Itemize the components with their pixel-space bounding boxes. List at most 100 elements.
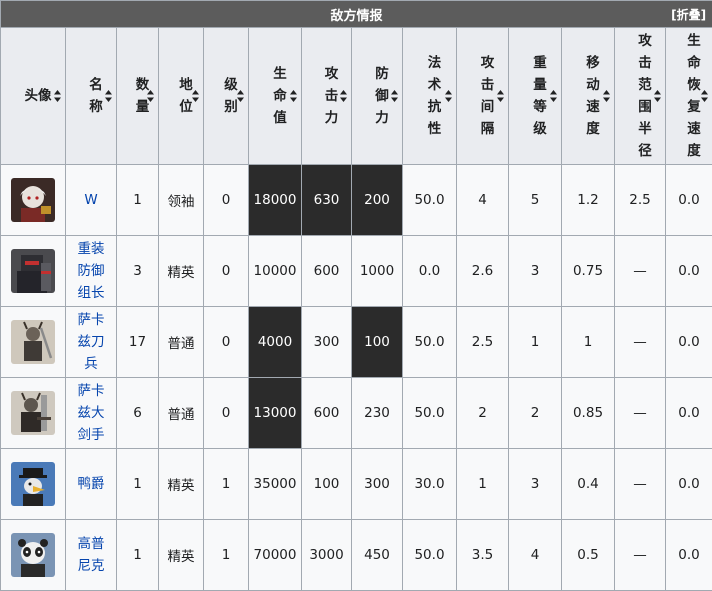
atk-cell: 100	[302, 449, 352, 520]
speed-cell: 0.5	[562, 520, 615, 591]
res-cell: 50.0	[403, 378, 457, 449]
enemy-name-cell: 高普尼克	[66, 520, 117, 591]
column-header-regen[interactable]: 生命恢复速度	[666, 28, 712, 165]
res-cell: 30.0	[403, 449, 457, 520]
table-row: 高普尼克1精英170000300045050.03.540.5—0.0	[1, 520, 712, 591]
weight-cell: 2	[509, 378, 562, 449]
column-header-hp[interactable]: 生命值	[249, 28, 302, 165]
level-cell: 0	[204, 165, 249, 236]
def-cell: 230	[352, 378, 403, 449]
avatar-cell	[1, 307, 66, 378]
enemy-name-link[interactable]: 萨卡兹大剑手	[76, 380, 106, 446]
sort-icon[interactable]	[550, 89, 557, 103]
enemy-name-link[interactable]: 鸭爵	[76, 473, 106, 495]
sort-icon[interactable]	[147, 89, 154, 103]
column-header-label: 攻击间隔	[470, 52, 495, 140]
sort-icon[interactable]	[105, 89, 112, 103]
atk-cell: 630	[302, 165, 352, 236]
column-header-status[interactable]: 地位	[159, 28, 204, 165]
sort-icon[interactable]	[54, 89, 61, 103]
hp-cell: 70000	[249, 520, 302, 591]
range-cell: 2.5	[615, 165, 666, 236]
gopnik-avatar[interactable]	[11, 533, 55, 577]
sort-icon[interactable]	[391, 89, 398, 103]
sarkaz-swordsman-avatar[interactable]	[11, 320, 55, 364]
hp-cell: 18000	[249, 165, 302, 236]
sort-icon[interactable]	[701, 89, 708, 103]
avatar-cell	[1, 378, 66, 449]
column-header-avatar[interactable]: 头像	[1, 28, 66, 165]
atk-cell: 600	[302, 378, 352, 449]
table-row: 重装防御组长3精英01000060010000.02.630.75—0.0	[1, 236, 712, 307]
avatar-cell	[1, 449, 66, 520]
speed-cell: 0.4	[562, 449, 615, 520]
table-title: 敌方情报	[331, 9, 383, 24]
enemy-name-link[interactable]: 萨卡兹刀兵	[76, 309, 106, 375]
enemy-name-link[interactable]: 高普尼克	[76, 533, 106, 577]
res-cell: 50.0	[403, 520, 457, 591]
def-cell: 100	[352, 307, 403, 378]
count-cell: 6	[117, 378, 159, 449]
regen-cell: 0.0	[666, 307, 712, 378]
column-header-weight[interactable]: 重量等级	[509, 28, 562, 165]
count-cell: 1	[117, 520, 159, 591]
column-header-def[interactable]: 防御力	[352, 28, 403, 165]
column-header-label: 移动速度	[576, 52, 601, 140]
sort-icon[interactable]	[497, 89, 504, 103]
enemy-name-link[interactable]: W	[76, 189, 106, 211]
speed-cell: 0.75	[562, 236, 615, 307]
status-cell: 精英	[159, 236, 204, 307]
sarkaz-greatswordsman-avatar[interactable]	[11, 391, 55, 435]
sort-icon[interactable]	[340, 89, 347, 103]
speed-cell: 1.2	[562, 165, 615, 236]
interval-cell: 3.5	[457, 520, 509, 591]
column-header-atk[interactable]: 攻击力	[302, 28, 352, 165]
enemy-name-cell: 鸭爵	[66, 449, 117, 520]
enemy-name-link[interactable]: 重装防御组长	[76, 238, 106, 304]
sort-icon[interactable]	[192, 89, 199, 103]
column-header-range[interactable]: 攻击范围半径	[615, 28, 666, 165]
column-header-label: 法术抗性	[417, 52, 442, 140]
column-header-label: 攻击力	[314, 63, 339, 129]
sort-icon[interactable]	[445, 89, 452, 103]
avatar-cell	[1, 236, 66, 307]
hp-cell: 35000	[249, 449, 302, 520]
column-header-speed[interactable]: 移动速度	[562, 28, 615, 165]
duke-avatar[interactable]	[11, 462, 55, 506]
table-row: 萨卡兹刀兵17普通0400030010050.02.511—0.0	[1, 307, 712, 378]
column-header-level[interactable]: 级别	[204, 28, 249, 165]
res-cell: 0.0	[403, 236, 457, 307]
level-cell: 1	[204, 449, 249, 520]
column-header-res[interactable]: 法术抗性	[403, 28, 457, 165]
hp-cell: 4000	[249, 307, 302, 378]
weight-cell: 3	[509, 449, 562, 520]
enemy-info-table: 敌方情报 [折叠] 头像名称数量地位级别生命值 攻击力防御力法术抗性 攻击间隔 重量等…	[0, 0, 712, 591]
heavy-defender-avatar[interactable]	[11, 249, 55, 293]
column-header-label: 头像	[15, 85, 52, 107]
collapse-button[interactable]: [折叠]	[671, 6, 706, 23]
regen-cell: 0.0	[666, 520, 712, 591]
interval-cell: 2.5	[457, 307, 509, 378]
column-header-row: 头像名称数量地位级别生命值 攻击力防御力法术抗性 攻击间隔 重量等级 移动速度 攻击范围半…	[1, 28, 712, 165]
avatar-cell	[1, 520, 66, 591]
speed-cell: 1	[562, 307, 615, 378]
sort-icon[interactable]	[290, 89, 297, 103]
column-header-label: 生命值	[263, 63, 288, 129]
column-header-count[interactable]: 数量	[117, 28, 159, 165]
column-header-name[interactable]: 名称	[66, 28, 117, 165]
w-avatar[interactable]	[11, 178, 55, 222]
column-header-label: 攻击范围半径	[628, 30, 653, 162]
sort-icon[interactable]	[654, 89, 661, 103]
count-cell: 17	[117, 307, 159, 378]
column-header-interval[interactable]: 攻击间隔	[457, 28, 509, 165]
speed-cell: 0.85	[562, 378, 615, 449]
def-cell: 1000	[352, 236, 403, 307]
sort-icon[interactable]	[237, 89, 244, 103]
hp-cell: 10000	[249, 236, 302, 307]
status-cell: 普通	[159, 307, 204, 378]
range-cell: —	[615, 307, 666, 378]
regen-cell: 0.0	[666, 165, 712, 236]
column-header-label: 重量等级	[523, 52, 548, 140]
sort-icon[interactable]	[603, 89, 610, 103]
enemy-name-cell: 萨卡兹刀兵	[66, 307, 117, 378]
